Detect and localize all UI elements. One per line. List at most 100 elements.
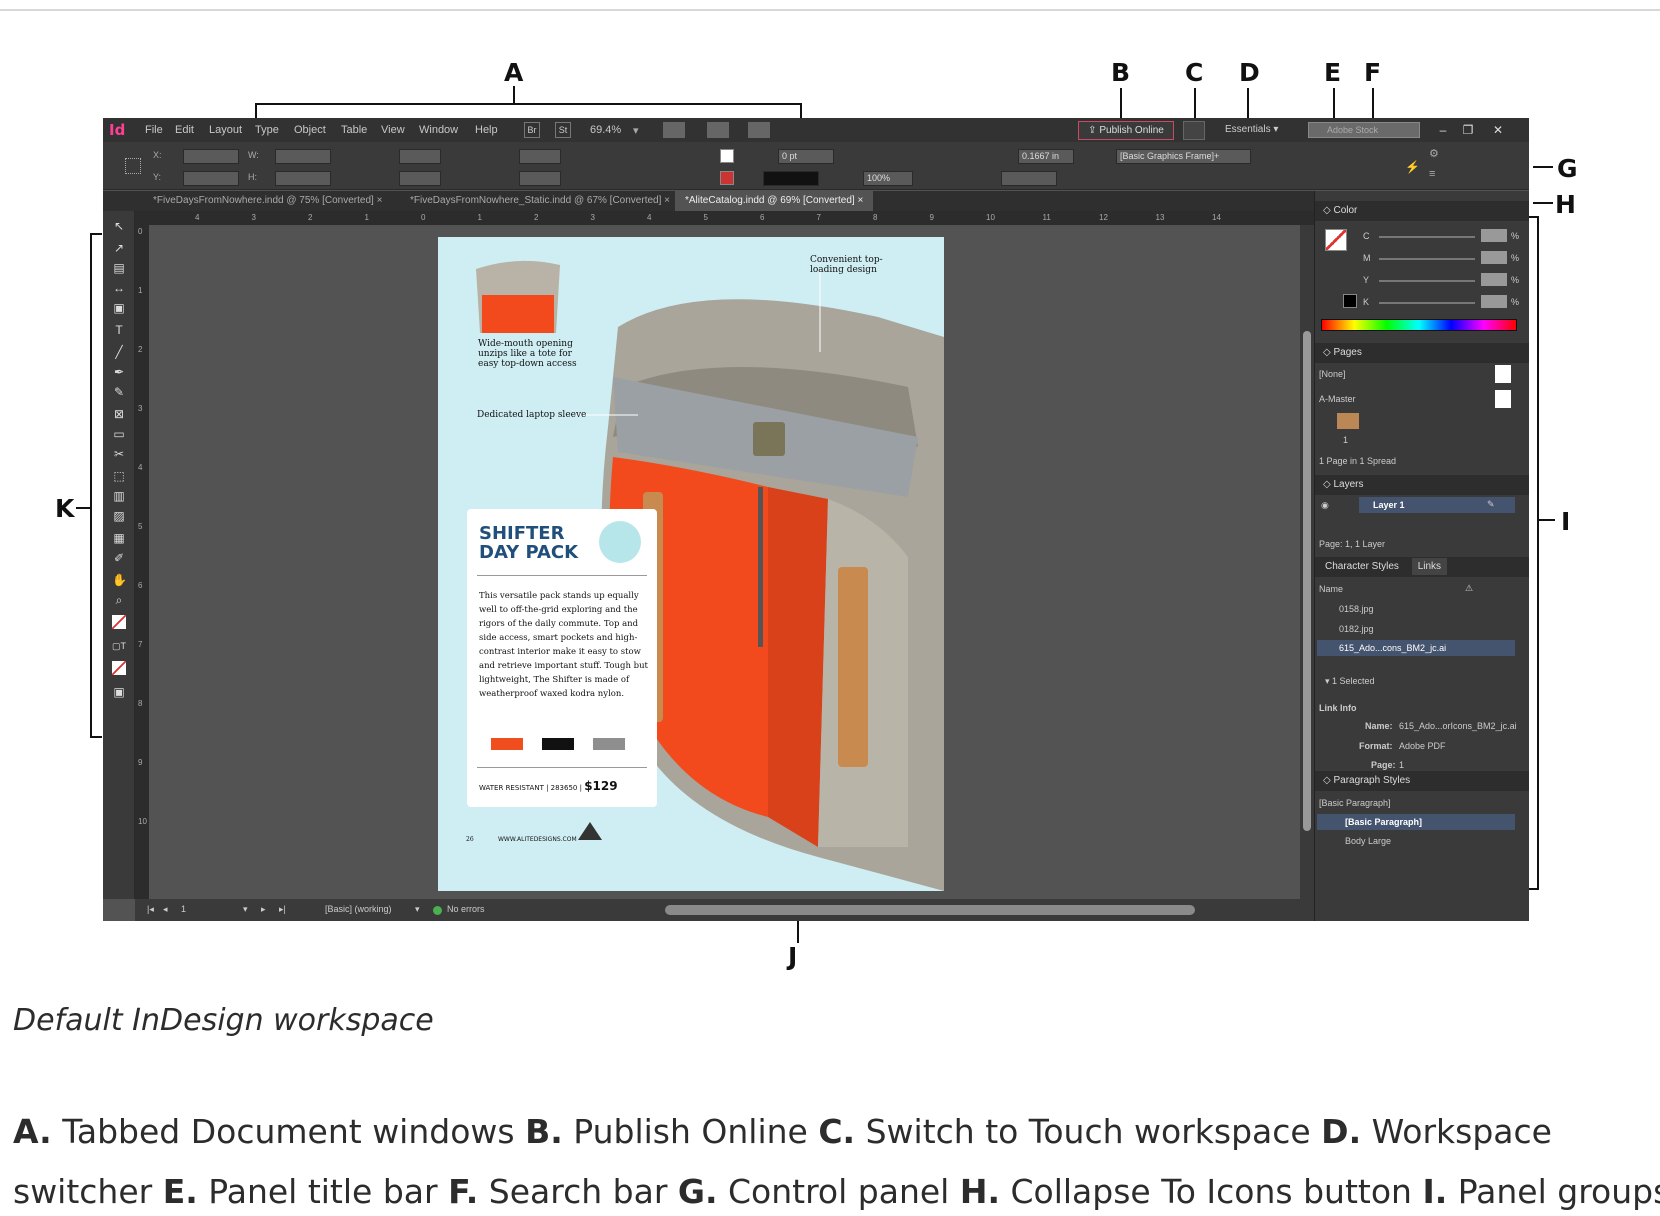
tab-character-styles[interactable]: Character Styles <box>1315 561 1409 572</box>
menu-help[interactable]: Help <box>475 124 498 136</box>
tab-fivedays-static[interactable]: *FiveDaysFromNowhere_Static.indd @ 67% [… <box>400 191 680 211</box>
screen-mode-tool-icon[interactable]: ▣ <box>112 685 126 699</box>
profile-dropdown-icon[interactable]: ▾ <box>415 904 420 915</box>
gap-tool-icon[interactable]: ↔ <box>112 281 126 295</box>
links-name-column[interactable]: Name <box>1319 584 1343 594</box>
link-file-3[interactable]: 615_Ado...cons_BM2_jc.ai <box>1339 643 1446 653</box>
gear-icon[interactable]: ⚙ <box>1429 147 1439 160</box>
pen-tool-icon[interactable]: ✒ <box>112 365 126 379</box>
eye-icon[interactable]: ◉ <box>1321 500 1329 511</box>
color-panel-header[interactable]: ◇ Color <box>1315 201 1529 221</box>
first-page-button[interactable]: |◂ <box>147 904 154 915</box>
pages-none[interactable]: [None] <box>1319 369 1346 379</box>
link-file-2[interactable]: 0182.jpg <box>1339 624 1374 634</box>
paragraph-style-basic[interactable]: [Basic Paragraph] <box>1345 817 1422 827</box>
stroke-swatch-icon[interactable] <box>720 171 734 185</box>
shear-field[interactable] <box>519 171 561 186</box>
opacity-field[interactable]: 100% <box>863 171 913 186</box>
panel-menu-icon[interactable]: ≡ <box>1429 168 1435 180</box>
gradient-feather-tool-icon[interactable]: ▨ <box>112 509 126 523</box>
scissors-tool-icon[interactable]: ✂ <box>112 447 126 461</box>
page-tool-icon[interactable]: ▤ <box>112 261 126 275</box>
type-tool-icon[interactable]: T <box>112 323 126 337</box>
scale-y-field[interactable] <box>399 171 441 186</box>
adobe-stock-search[interactable]: Adobe Stock <box>1308 122 1420 138</box>
menu-object[interactable]: Object <box>294 124 326 136</box>
close-icon[interactable]: × <box>857 195 863 206</box>
line-tool-icon[interactable]: ╱ <box>112 345 126 359</box>
magenta-value-field[interactable] <box>1481 251 1507 264</box>
rectangle-frame-tool-icon[interactable]: ⊠ <box>112 407 126 421</box>
zoom-level[interactable]: 69.4% <box>590 124 621 136</box>
document-page[interactable]: Convenient top-loading design Wide-mouth… <box>438 237 944 891</box>
bridge-button[interactable]: Br <box>524 122 540 138</box>
arrange-documents-icon[interactable] <box>748 122 770 138</box>
page-number-field[interactable]: 1 <box>181 904 186 914</box>
link-info-label[interactable]: Link Info <box>1319 703 1357 713</box>
w-field[interactable] <box>275 149 331 164</box>
pencil-tool-icon[interactable]: ✎ <box>112 385 126 399</box>
vertical-scrollbar[interactable] <box>1300 225 1314 899</box>
black-slider[interactable] <box>1379 302 1475 304</box>
menu-file[interactable]: File <box>145 124 163 136</box>
paragraph-style-body-large[interactable]: Body Large <box>1345 836 1391 846</box>
link-file-1[interactable]: 0158.jpg <box>1339 604 1374 614</box>
layer-1-label[interactable]: Layer 1 <box>1373 500 1405 510</box>
zoom-dropdown-icon[interactable]: ▾ <box>633 124 639 137</box>
restore-button[interactable]: ❐ <box>1458 121 1478 139</box>
h-field[interactable] <box>275 171 331 186</box>
object-style-dropdown[interactable]: [Basic Graphics Frame]+ <box>1116 149 1251 164</box>
next-page-button[interactable]: ▸ <box>261 904 266 915</box>
formatting-affects-icon[interactable]: ▢T <box>112 639 126 653</box>
page-1-thumbnail[interactable] <box>1337 413 1359 429</box>
free-transform-tool-icon[interactable]: ⬚ <box>112 469 126 483</box>
product-card[interactable]: SHIFTER DAY PACK This versatile pack sta… <box>467 509 657 807</box>
cyan-value-field[interactable] <box>1481 229 1507 242</box>
touch-workspace-button[interactable] <box>1183 121 1205 140</box>
offset-field[interactable]: 0.1667 in <box>1018 149 1074 164</box>
yellow-slider[interactable] <box>1379 280 1475 282</box>
stroke-style-field[interactable] <box>1001 171 1057 186</box>
stroke-type-dropdown[interactable] <box>763 171 819 186</box>
horizontal-scrollbar[interactable] <box>665 905 1195 915</box>
yellow-value-field[interactable] <box>1481 273 1507 286</box>
pen-icon[interactable]: ✎ <box>1487 499 1495 510</box>
selection-tool-icon[interactable]: ↖ <box>112 219 126 233</box>
direct-selection-tool-icon[interactable]: ↗ <box>112 241 126 255</box>
x-field[interactable] <box>183 149 239 164</box>
cyan-slider[interactable] <box>1379 236 1475 238</box>
publish-online-button[interactable]: ⇪ Publish Online <box>1078 121 1174 140</box>
preflight-profile[interactable]: [Basic] (working) <box>325 904 392 914</box>
a-master-thumbnail[interactable] <box>1495 390 1511 408</box>
lightning-icon[interactable]: ⚡ <box>1405 160 1420 174</box>
page-dropdown-icon[interactable]: ▾ <box>243 904 248 915</box>
menu-view[interactable]: View <box>381 124 405 136</box>
eyedropper-tool-icon[interactable]: ✐ <box>112 551 126 565</box>
close-button[interactable]: ✕ <box>1488 121 1508 139</box>
tab-alitecatalog[interactable]: *AliteCatalog.indd @ 69% [Converted] × <box>675 191 874 211</box>
fill-swatch-icon[interactable] <box>720 149 734 163</box>
content-collector-icon[interactable]: ▣ <box>112 301 126 315</box>
menu-edit[interactable]: Edit <box>175 124 194 136</box>
scale-x-field[interactable] <box>399 149 441 164</box>
stock-button[interactable]: St <box>555 122 571 138</box>
pages-panel-header[interactable]: ◇ Pages <box>1315 343 1529 363</box>
view-options-icon[interactable] <box>663 122 685 138</box>
black-swatch[interactable] <box>1343 294 1357 308</box>
preflight-errors[interactable]: No errors <box>447 904 485 914</box>
last-page-button[interactable]: ▸| <box>279 904 286 915</box>
menu-type[interactable]: Type <box>255 124 279 136</box>
close-icon[interactable]: × <box>664 195 670 206</box>
hand-tool-icon[interactable]: ✋ <box>112 573 127 587</box>
pages-a-master[interactable]: A-Master <box>1319 394 1356 404</box>
rectangle-tool-icon[interactable]: ▭ <box>112 427 126 441</box>
apply-none-icon[interactable] <box>112 661 126 675</box>
menu-table[interactable]: Table <box>341 124 367 136</box>
tab-fivedays[interactable]: *FiveDaysFromNowhere.indd @ 75% [Convert… <box>143 191 392 211</box>
note-tool-icon[interactable]: ▦ <box>112 531 126 545</box>
paragraph-styles-header[interactable]: ◇ Paragraph Styles <box>1315 771 1529 791</box>
screen-mode-icon[interactable] <box>707 122 729 138</box>
minimize-button[interactable]: – <box>1433 121 1453 139</box>
menu-window[interactable]: Window <box>419 124 458 136</box>
gradient-tool-icon[interactable]: ▥ <box>112 489 126 503</box>
